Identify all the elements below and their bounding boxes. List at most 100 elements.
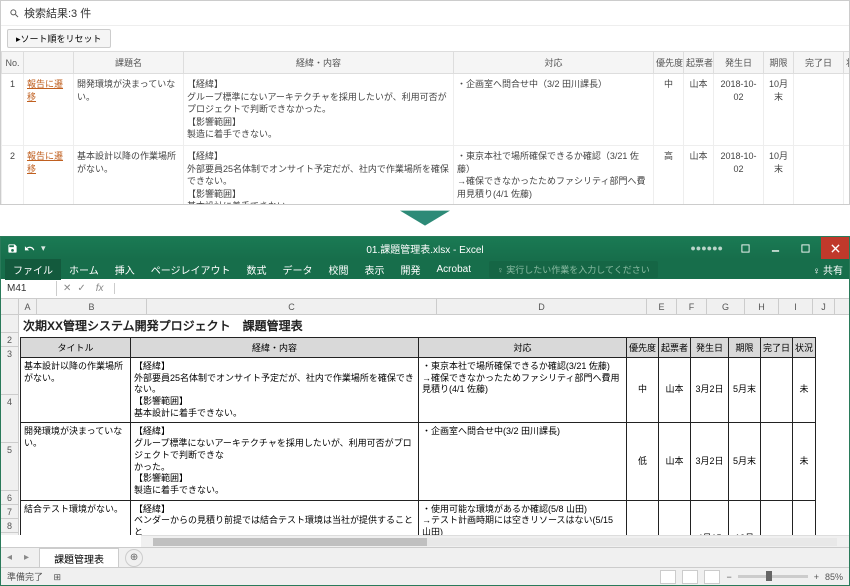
tab-insert[interactable]: 挿入 [107,259,143,280]
col-header[interactable]: 発生日 [691,338,729,358]
user-label: ●●●●●● [690,243,729,253]
minimize-button[interactable] [761,237,789,259]
add-sheet-button[interactable]: ⊕ [125,549,143,567]
col-header[interactable]: 優先度 [627,338,659,358]
row-header[interactable] [1,315,18,333]
row-header[interactable]: 4 [1,395,18,443]
sheet-tab[interactable]: 課題管理表 [39,548,119,568]
ribbon-opts-icon[interactable] [731,237,759,259]
arrow-down-icon [0,205,850,236]
search-count: 検索結果:3 件 [24,5,91,21]
report-link[interactable]: 報告に遷移 [27,79,63,102]
titlebar: ▾ 01.課題管理表.xlsx - Excel ●●●●●● [1,237,849,259]
cancel-icon[interactable]: ✕ [63,283,71,294]
search-results-panel: 検索結果:3 件 ▸ソート順をリセット No. 課題名経緯・内容対応優先度起票者発… [0,0,850,205]
tab-review[interactable]: 校閲 [321,259,357,280]
col-header[interactable]: 経緯・内容 [184,52,454,74]
sheet-nav-next[interactable]: ▸ [18,552,35,563]
row-header[interactable]: 3 [1,347,18,395]
view-normal-button[interactable] [660,570,676,584]
col-header[interactable]: 期限 [764,52,794,74]
view-layout-button[interactable] [682,570,698,584]
col-header[interactable]: 起票者 [684,52,714,74]
close-button[interactable] [821,237,849,259]
col-header[interactable]: H [745,299,779,314]
view-break-button[interactable] [704,570,720,584]
col-header[interactable]: 完了日 [794,52,844,74]
tab-dev[interactable]: 開発 [393,259,429,280]
ribbon-tabs: ファイル ホーム 挿入 ページレイアウト 数式 データ 校閲 表示 開発 Acr… [1,259,849,279]
col-header[interactable]: 完了日 [761,338,793,358]
col-header[interactable]: G [707,299,745,314]
formula-bar: M41 ✕ ✓ fx [1,279,849,299]
col-header[interactable]: B [37,299,147,314]
status-ready: 準備完了 [7,572,43,582]
sheet-tabs-bar: ◂ ▸ 課題管理表 ⊕ [1,547,849,567]
row-header[interactable]: 7 [1,505,18,519]
table-row[interactable]: 結合テスト環境がない。【経緯】 ベンダーからの見積り前提では結合テスト環境は当社… [21,500,816,535]
table-row[interactable]: 開発環境が決まっていない。【経緯】 グループ標準にないアーキテクチャを採用したい… [21,423,816,500]
col-header[interactable]: F [677,299,707,314]
doc-title: 次期XX管理システム開発プロジェクト 課題管理表 [19,315,849,336]
share-button[interactable]: ♀ 共有 [813,262,843,277]
col-header[interactable]: タイトル [21,338,131,358]
status-bar: 準備完了 ⊞ − + 85% [1,567,849,585]
maximize-button[interactable] [791,237,819,259]
col-header[interactable]: 発生日 [714,52,764,74]
save-icon[interactable] [7,243,18,254]
row-header[interactable]: 5 [1,443,18,491]
col-header[interactable]: 期限 [729,338,761,358]
tab-formula[interactable]: 数式 [239,259,275,280]
results-table: No. 課題名経緯・内容対応優先度起票者発生日期限完了日状況 1報告に遷移開発環境… [1,51,850,205]
zoom-out-button[interactable]: − [726,572,731,582]
table-row[interactable]: 2報告に遷移基本設計以降の作業場所がない。【経緯】 外部要員25名体制でオンサイ… [2,145,850,205]
col-header[interactable]: 状況 [793,338,816,358]
sheet-nav-prev[interactable]: ◂ [1,552,18,563]
row-header[interactable]: 2 [1,333,18,347]
row-header[interactable]: 9 [1,533,18,535]
col-header[interactable]: 対応 [454,52,654,74]
col-header[interactable]: A [19,299,37,314]
col-header[interactable] [24,52,74,74]
tab-view[interactable]: 表示 [357,259,393,280]
row-header[interactable]: 6 [1,491,18,505]
col-header[interactable]: 起票者 [659,338,691,358]
search-icon [9,8,20,19]
col-header[interactable]: J [813,299,835,314]
excel-window: ▾ 01.課題管理表.xlsx - Excel ●●●●●● ファイル ホーム … [0,236,850,586]
zoom-level[interactable]: 85% [825,572,843,582]
window-title: 01.課題管理表.xlsx - Excel [366,241,483,256]
horizontal-scrollbar[interactable] [141,535,849,547]
report-link[interactable]: 報告に遷移 [27,151,63,174]
col-header[interactable]: 課題名 [74,52,184,74]
fx-icon[interactable]: fx [92,283,108,294]
col-header[interactable]: 対応 [419,338,627,358]
sheet-area: ABCDEFGHIJ 23456789 次期XX管理システム開発プロジェクト 課… [1,299,849,535]
zoom-slider[interactable] [738,575,808,578]
issue-table: タイトル経緯・内容対応優先度起票者発生日期限完了日状況 基本設計以降の作業場所が… [20,337,816,535]
reset-sort-button[interactable]: ▸ソート順をリセット [7,29,111,48]
col-header[interactable]: E [647,299,677,314]
zoom-in-button[interactable]: + [814,572,819,582]
col-header[interactable]: 経緯・内容 [131,338,419,358]
tell-me-hint[interactable]: ♀ 実行したい作業を入力してください [489,261,658,278]
col-header[interactable]: D [437,299,647,314]
tab-data[interactable]: データ [275,259,321,280]
select-all-corner[interactable] [1,299,19,314]
search-header: 検索結果:3 件 [1,1,849,26]
tab-acrobat[interactable]: Acrobat [429,261,479,278]
tab-file[interactable]: ファイル [5,259,61,280]
name-box[interactable]: M41 [1,281,57,296]
col-header[interactable]: No. [2,52,24,74]
tab-layout[interactable]: ページレイアウト [143,259,239,280]
col-header[interactable]: I [779,299,813,314]
row-header[interactable]: 8 [1,519,18,533]
undo-icon[interactable] [24,243,35,254]
col-header[interactable]: 優先度 [654,52,684,74]
table-row[interactable]: 1報告に遷移開発環境が決まっていない。【経緯】 グループ標準にないアーキテクチャ… [2,74,850,146]
col-header[interactable]: 状況 [844,52,850,74]
confirm-icon[interactable]: ✓ [77,283,85,294]
table-row[interactable]: 基本設計以降の作業場所がない。【経緯】 外部要員25名体制でオンサイト予定だが、… [21,358,816,423]
col-header[interactable]: C [147,299,437,314]
tab-home[interactable]: ホーム [61,259,107,280]
